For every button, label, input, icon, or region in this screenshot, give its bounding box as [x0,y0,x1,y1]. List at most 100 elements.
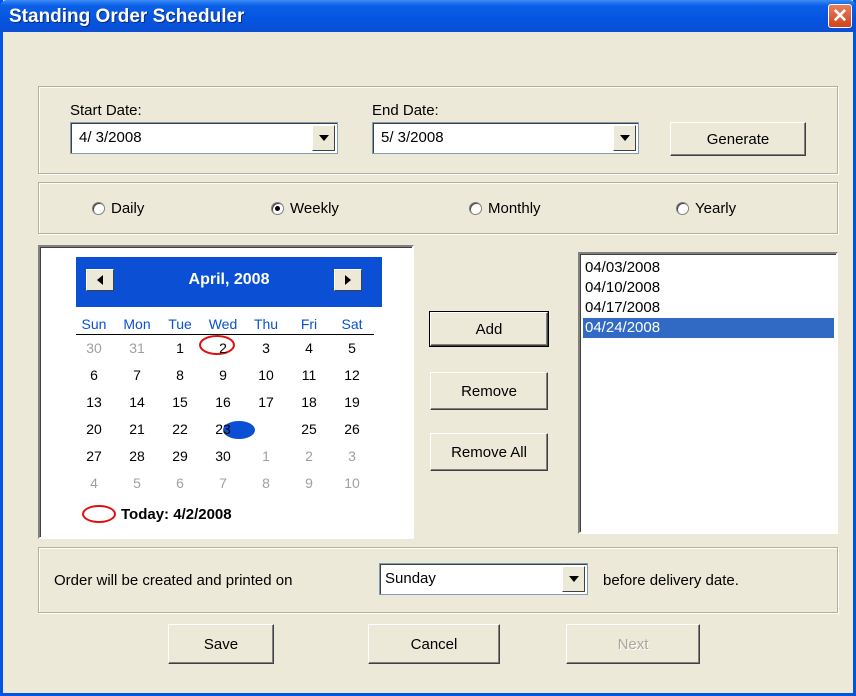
radio-monthly[interactable]: Monthly [469,200,541,217]
calendar-day[interactable]: 3 [332,448,372,464]
month-calendar[interactable]: April, 2008 [38,245,414,539]
calendar-day[interactable]: 4 [289,340,329,356]
chevron-down-icon [619,135,630,141]
calendar-day[interactable]: 16 [203,394,243,410]
calendar-day[interactable]: 19 [332,394,372,410]
print-day-dropdown-button[interactable] [562,566,585,592]
end-date-dropdown-button[interactable] [613,125,636,151]
cancel-button-label: Cancel [410,635,458,653]
chevron-down-icon [318,135,329,141]
remove-all-button-label: Remove All [451,443,527,461]
radio-weekly[interactable]: Weekly [271,200,339,217]
close-icon: ✕ [832,5,848,27]
print-day-value: Sunday [385,570,436,587]
next-button-label: Next [617,635,649,653]
weekday-header: Wed [208,316,238,332]
calendar-day[interactable]: 2 [203,340,243,356]
calendar-day[interactable]: 14 [117,394,157,410]
cancel-button[interactable]: Cancel [368,624,500,664]
weekday-header: Sun [81,316,107,332]
next-button[interactable]: Next [566,624,700,664]
today-link[interactable]: Today: 4/2/2008 [121,506,232,523]
calendar-day[interactable]: 9 [203,367,243,383]
list-item[interactable]: 04/10/2008 [583,278,834,298]
remove-all-button[interactable]: Remove All [430,433,548,471]
calendar-day[interactable]: 6 [74,367,114,383]
calendar-day[interactable]: 26 [332,421,372,437]
calendar-day[interactable]: 12 [332,367,372,383]
calendar-day[interactable]: 21 [117,421,157,437]
calendar-day[interactable]: 29 [160,448,200,464]
calendar-day[interactable]: 3 [246,340,286,356]
calendar-day[interactable]: 1 [160,340,200,356]
calendar-day[interactable]: 17 [246,394,286,410]
radio-daily[interactable]: Daily [92,200,144,217]
calendar-day[interactable]: 18 [289,394,329,410]
title-bar[interactable]: Standing Order Scheduler ✕ [0,0,856,32]
calendar-day[interactable]: 8 [246,475,286,491]
calendar-day[interactable]: 31 [117,340,157,356]
calendar-day[interactable]: 6 [160,475,200,491]
chevron-down-icon [568,576,579,582]
calendar-day[interactable]: 30 [74,340,114,356]
calendar-day[interactable]: 27 [74,448,114,464]
scheduled-dates-list[interactable]: 04/03/2008 04/10/2008 04/17/2008 04/24/2… [578,252,838,534]
calendar-day[interactable]: 4 [74,475,114,491]
weekday-header: Tue [168,316,192,332]
next-month-button[interactable] [334,269,362,291]
end-date-value: 5/ 3/2008 [381,129,444,146]
weekday-header: Thu [253,316,279,332]
calendar-day[interactable]: 15 [160,394,200,410]
calendar-day[interactable]: 7 [203,475,243,491]
weekday-header: Mon [123,316,151,332]
weekday-divider [76,334,374,335]
weekday-header: Fri [300,316,318,332]
list-item[interactable]: 04/03/2008 [583,258,834,278]
start-date-value: 4/ 3/2008 [79,129,142,146]
arrow-right-icon [345,275,351,285]
radio-yearly-label: Yearly [695,200,737,217]
calendar-day[interactable]: 10 [332,475,372,491]
window-title: Standing Order Scheduler [9,6,245,27]
print-day-select[interactable]: Sunday [379,563,588,595]
radio-monthly-label: Monthly [488,200,541,217]
calendar-day[interactable]: 20 [74,421,114,437]
list-item[interactable]: 04/17/2008 [583,298,834,318]
calendar-day[interactable]: 24 [246,421,286,437]
calendar-day[interactable]: 8 [160,367,200,383]
save-button[interactable]: Save [168,624,274,664]
calendar-day[interactable]: 23 [203,421,243,437]
close-button[interactable]: ✕ [828,4,852,28]
print-day-prefix: Order will be created and printed on [54,572,293,589]
calendar-day[interactable]: 30 [203,448,243,464]
generate-button[interactable]: Generate [670,122,806,156]
calendar-day[interactable]: 9 [289,475,329,491]
end-date-picker[interactable]: 5/ 3/2008 [372,122,639,154]
calendar-day[interactable]: 2 [289,448,329,464]
calendar-day[interactable]: 5 [332,340,372,356]
start-date-label: Start Date: [70,102,142,119]
radio-yearly[interactable]: Yearly [676,200,736,217]
calendar-day[interactable]: 5 [117,475,157,491]
calendar-day[interactable]: 13 [74,394,114,410]
radio-daily-label: Daily [111,200,145,217]
calendar-day[interactable]: 1 [246,448,286,464]
start-date-picker[interactable]: 4/ 3/2008 [70,122,338,154]
remove-button-label: Remove [461,382,517,400]
radio-weekly-indicator [271,202,284,215]
radio-daily-indicator [92,202,105,215]
weekday-header: Sat [341,316,363,332]
add-button[interactable]: Add [429,311,549,347]
calendar-day[interactable]: 10 [246,367,286,383]
calendar-day[interactable]: 22 [160,421,200,437]
calendar-day[interactable]: 7 [117,367,157,383]
calendar-day[interactable]: 11 [289,367,329,383]
calendar-day[interactable]: 25 [289,421,329,437]
list-item[interactable]: 04/24/2008 [583,318,834,338]
remove-button[interactable]: Remove [430,372,548,410]
radio-weekly-label: Weekly [290,200,339,217]
today-marker-icon [82,505,116,523]
start-date-dropdown-button[interactable] [312,125,335,151]
calendar-day[interactable]: 28 [117,448,157,464]
add-button-label: Add [475,320,503,338]
